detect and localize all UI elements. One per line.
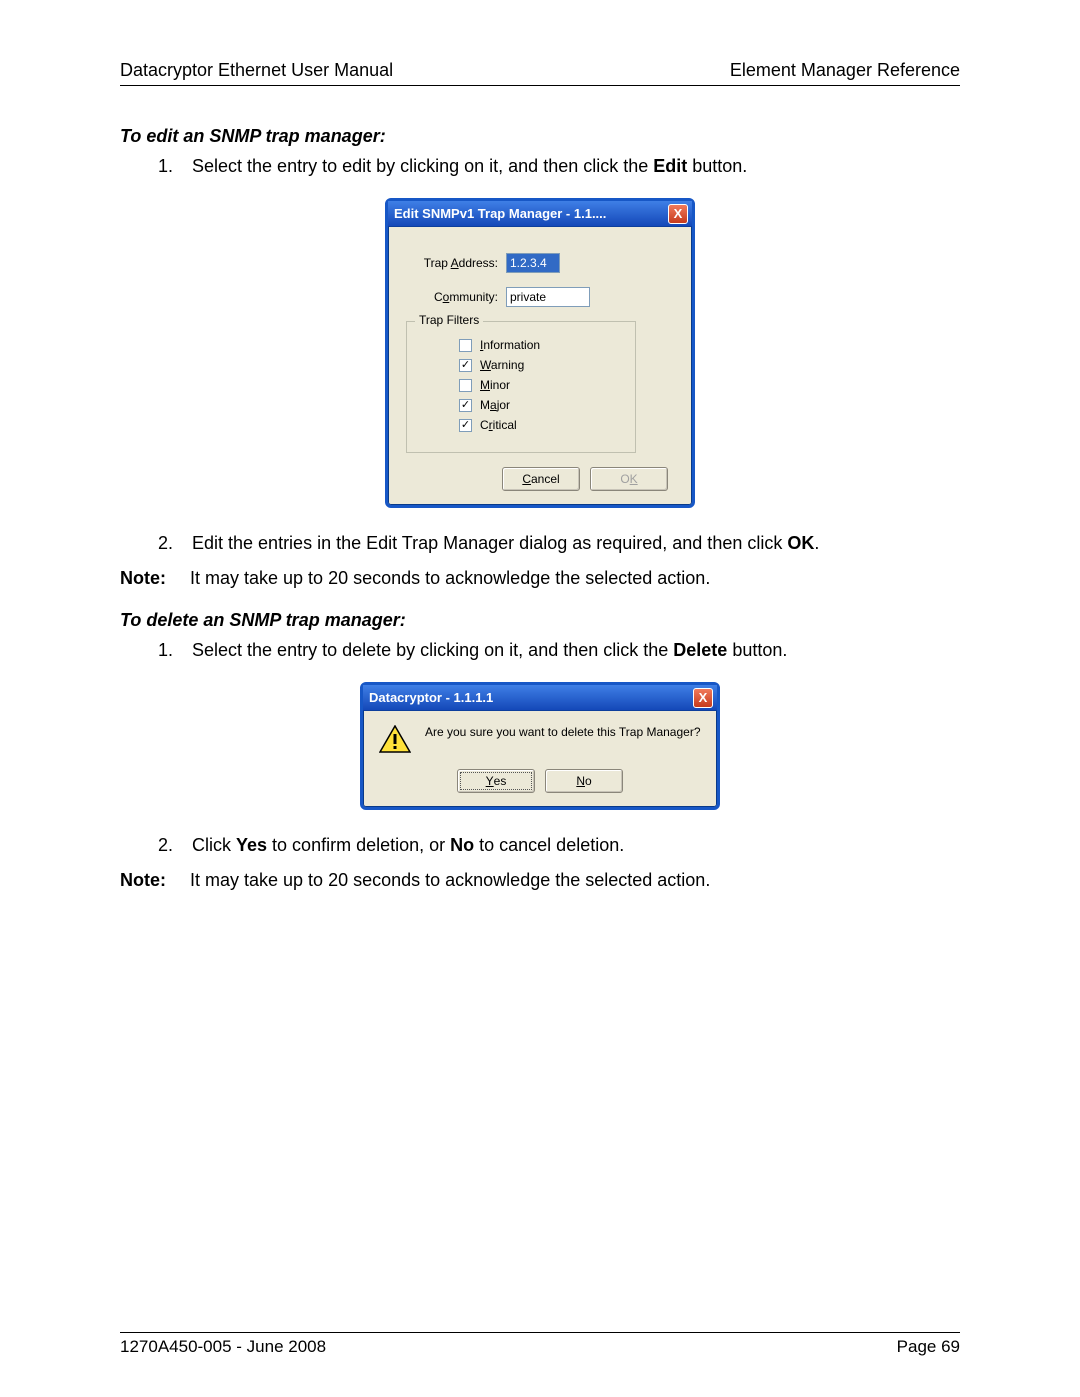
warning-icon xyxy=(379,725,411,753)
note-text: It may take up to 20 seconds to acknowle… xyxy=(190,565,710,592)
community-input[interactable]: private xyxy=(506,287,590,307)
note-label: Note: xyxy=(120,565,176,592)
trap-filters-legend: Trap Filters xyxy=(415,313,483,327)
note-text: It may take up to 20 seconds to acknowle… xyxy=(190,867,710,894)
footer-right: Page 69 xyxy=(897,1337,960,1357)
list-number: 2. xyxy=(158,530,176,557)
dialog-title: Datacryptor - 1.1.1.1 xyxy=(369,690,493,705)
edit-trap-manager-dialog: Edit SNMPv1 Trap Manager - 1.1.... X Tra… xyxy=(385,198,695,508)
confirm-message: Are you sure you want to delete this Tra… xyxy=(425,725,701,739)
note-label: Note: xyxy=(120,867,176,894)
filter-warning-checkbox[interactable]: ✓ xyxy=(459,359,472,372)
page-footer: 1270A450-005 - June 2008 Page 69 xyxy=(120,1332,960,1357)
filter-information-checkbox[interactable] xyxy=(459,339,472,352)
list-number: 1. xyxy=(158,153,176,180)
filter-critical-checkbox[interactable]: ✓ xyxy=(459,419,472,432)
community-label: Community: xyxy=(406,290,498,304)
filter-minor-checkbox[interactable] xyxy=(459,379,472,392)
trap-filters-group: Trap Filters Information ✓ Warning Minor… xyxy=(406,321,636,453)
trap-address-label: Trap Address: xyxy=(406,256,498,270)
step-text: Click Yes to confirm deletion, or No to … xyxy=(192,832,624,859)
filter-warning-label: Warning xyxy=(480,358,524,372)
close-icon[interactable]: X xyxy=(693,688,713,708)
step-text: Select the entry to edit by clicking on … xyxy=(192,153,747,180)
trap-address-input[interactable]: 1.2.3.4 xyxy=(506,253,560,273)
section-delete-heading: To delete an SNMP trap manager: xyxy=(120,610,960,631)
filter-minor-label: Minor xyxy=(480,378,510,392)
filter-critical-label: Critical xyxy=(480,418,517,432)
step-text: Edit the entries in the Edit Trap Manage… xyxy=(192,530,819,557)
page-header: Datacryptor Ethernet User Manual Element… xyxy=(120,60,960,86)
list-number: 1. xyxy=(158,637,176,664)
close-icon[interactable]: X xyxy=(668,204,688,224)
header-left: Datacryptor Ethernet User Manual xyxy=(120,60,393,81)
yes-button[interactable]: Yes xyxy=(457,769,535,793)
section-edit-heading: To edit an SNMP trap manager: xyxy=(120,126,960,147)
cancel-button[interactable]: Cancel xyxy=(502,467,580,491)
no-button[interactable]: No xyxy=(545,769,623,793)
filter-major-label: Major xyxy=(480,398,510,412)
ok-button[interactable]: OK xyxy=(590,467,668,491)
filter-information-label: Information xyxy=(480,338,540,352)
header-right: Element Manager Reference xyxy=(730,60,960,81)
list-number: 2. xyxy=(158,832,176,859)
filter-major-checkbox[interactable]: ✓ xyxy=(459,399,472,412)
dialog-titlebar[interactable]: Edit SNMPv1 Trap Manager - 1.1.... X xyxy=(388,201,692,227)
dialog-titlebar[interactable]: Datacryptor - 1.1.1.1 X xyxy=(363,685,717,711)
step-text: Select the entry to delete by clicking o… xyxy=(192,637,787,664)
dialog-title: Edit SNMPv1 Trap Manager - 1.1.... xyxy=(394,206,606,221)
footer-left: 1270A450-005 - June 2008 xyxy=(120,1337,326,1357)
delete-confirm-dialog: Datacryptor - 1.1.1.1 X Are you sure you… xyxy=(360,682,720,810)
